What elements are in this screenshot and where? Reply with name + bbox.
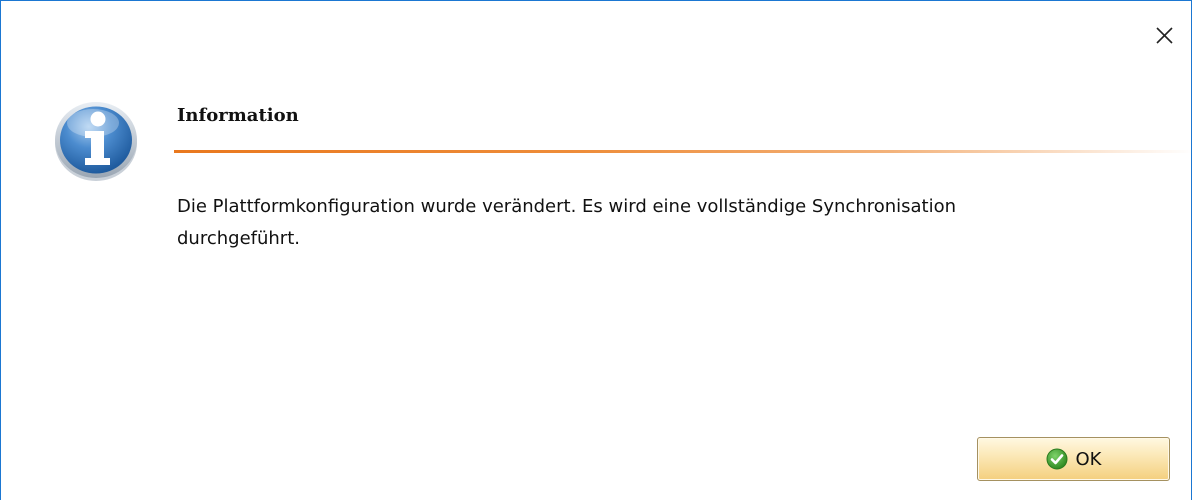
ok-button[interactable]: OK [977, 437, 1170, 481]
ok-button-label: OK [1075, 448, 1102, 470]
check-circle-icon [1046, 448, 1068, 470]
heading-divider [174, 150, 1194, 153]
dialog-message: Die Plattformkonfiguration wurde verände… [177, 196, 957, 249]
dialog-heading: Information [177, 105, 299, 126]
information-dialog: Information Die Plattformkonfiguration w… [0, 0, 1194, 500]
close-icon [1156, 27, 1173, 44]
info-icon [51, 97, 141, 183]
close-button[interactable] [1148, 19, 1180, 51]
